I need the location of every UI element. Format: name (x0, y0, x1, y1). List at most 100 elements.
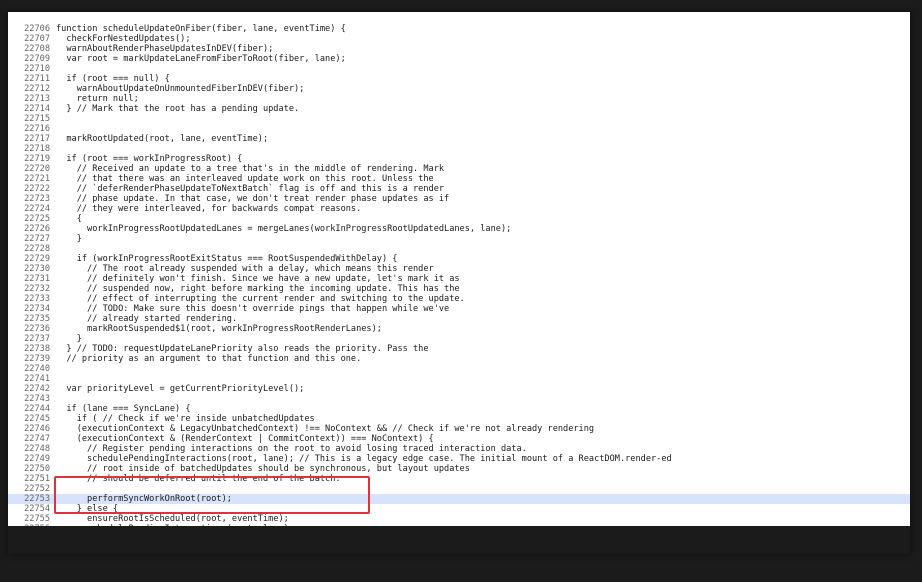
code-line[interactable]: 22717 markRootUpdated(root, lane, eventT… (8, 134, 910, 144)
code-text: markRootUpdated(root, lane, eventTime); (56, 134, 269, 144)
line-number: 22742 (24, 384, 50, 394)
code-line[interactable]: 22747 (executionContext & (RenderContext… (8, 434, 910, 444)
code-line[interactable]: 22710 (8, 64, 910, 74)
code-line[interactable]: 22735 // already started rendering. (8, 314, 910, 324)
code-text: warnAboutUpdateOnUnmountedFiberInDEV(fib… (56, 84, 305, 94)
code-line[interactable]: 22737 } (8, 334, 910, 344)
code-line[interactable]: 22713 return null; (8, 94, 910, 104)
code-text: } // Mark that the root has a pending up… (56, 104, 300, 114)
code-line[interactable]: 22740 (8, 364, 910, 374)
code-text: // Received an update to a tree that's i… (56, 164, 445, 174)
line-number: 22749 (24, 454, 50, 464)
highlight-annotation-box (54, 476, 370, 514)
line-number: 22730 (24, 264, 50, 274)
code-text: } (56, 234, 82, 244)
code-line[interactable]: 22744 if (lane === SyncLane) { (8, 404, 910, 414)
code-viewer-panel[interactable]: 22706 function scheduleUpdateOnFiber(fibe… (8, 12, 910, 554)
line-number: 22723 (24, 194, 50, 204)
line-number: 22710 (24, 64, 50, 74)
code-line[interactable]: 22716 (8, 124, 910, 134)
code-line[interactable]: 22708 warnAboutRenderPhaseUpdatesInDEV(f… (8, 44, 910, 54)
code-line[interactable]: 22743 (8, 394, 910, 404)
code-line[interactable]: 22730 // The root already suspended with… (8, 264, 910, 274)
code-line[interactable]: 22729 if (workInProgressRootExitStatus =… (8, 254, 910, 264)
line-number: 22713 (24, 94, 50, 104)
code-text: function scheduleUpdateOnFiber(fiber, la… (56, 24, 346, 34)
line-number: 22721 (24, 174, 50, 184)
code-line[interactable]: 22711 if (root === null) { (8, 74, 910, 84)
code-line[interactable]: 22746 (executionContext & LegacyUnbatche… (8, 424, 910, 434)
code-line[interactable] (8, 14, 910, 24)
line-number: 22739 (24, 354, 50, 364)
code-line[interactable]: 22725 { (8, 214, 910, 224)
code-line[interactable]: 22718 (8, 144, 910, 154)
code-line[interactable]: 22732 // suspended now, right before mar… (8, 284, 910, 294)
code-line[interactable]: 22731 // definitely won't finish. Since … (8, 274, 910, 284)
code-text: // phase update. In that case, we don't … (56, 194, 450, 204)
code-text: // suspended now, right before marking t… (56, 284, 460, 294)
code-line[interactable]: 22721 // that there was an interleaved u… (8, 174, 910, 184)
code-text: workInProgressRootUpdatedLanes = mergeLa… (56, 224, 512, 234)
code-text: // effect of interrupting the current re… (56, 294, 465, 304)
code-line[interactable]: 22742 var priorityLevel = getCurrentPrio… (8, 384, 910, 394)
line-number: 22729 (24, 254, 50, 264)
code-line[interactable]: 22733 // effect of interrupting the curr… (8, 294, 910, 304)
line-number: 22748 (24, 444, 50, 454)
code-line[interactable]: 22755 ensureRootIsScheduled(root, eventT… (8, 514, 910, 524)
code-line[interactable]: 22727 } (8, 234, 910, 244)
code-line[interactable]: 22720 // Received an update to a tree th… (8, 164, 910, 174)
line-number: 22714 (24, 104, 50, 114)
line-number: 22725 (24, 214, 50, 224)
line-number: 22733 (24, 294, 50, 304)
code-text: checkForNestedUpdates(); (56, 34, 191, 44)
bottom-frame (8, 526, 910, 554)
line-number: 22718 (24, 144, 50, 154)
line-number: 22727 (24, 234, 50, 244)
code-line[interactable]: 22724 // they were interleaved, for back… (8, 204, 910, 214)
code-line[interactable]: 22736 markRootSuspended$1(root, workInPr… (8, 324, 910, 334)
code-line[interactable]: 22707 checkForNestedUpdates(); (8, 34, 910, 44)
code-line[interactable]: 22723 // phase update. In that case, we … (8, 194, 910, 204)
line-number: 22741 (24, 374, 50, 384)
code-line[interactable]: 22714 } // Mark that the root has a pend… (8, 104, 910, 114)
code-text: { (56, 214, 82, 224)
line-number: 22737 (24, 334, 50, 344)
code-line[interactable]: 22728 (8, 244, 910, 254)
code-text: // already started rendering. (56, 314, 238, 324)
code-text: markRootSuspended$1(root, workInProgress… (56, 324, 382, 334)
code-text: // they were interleaved, for backwards … (56, 204, 362, 214)
code-text: // priority as an argument to that funct… (56, 354, 362, 364)
line-number: 22752 (24, 484, 50, 494)
line-number: 22707 (24, 34, 50, 44)
code-line[interactable]: 22739 // priority as an argument to that… (8, 354, 910, 364)
code-line[interactable]: 22738 } // TODO: requestUpdateLanePriori… (8, 344, 910, 354)
code-text: // The root already suspended with a del… (56, 264, 434, 274)
code-text: if (workInProgressRootExitStatus === Roo… (56, 254, 398, 264)
line-number: 22716 (24, 124, 50, 134)
code-line[interactable]: 22722 // `deferRenderPhaseUpdateToNextBa… (8, 184, 910, 194)
code-text: ensureRootIsScheduled(root, eventTime); (56, 514, 289, 524)
code-text: return null; (56, 94, 139, 104)
code-text: if ( // Check if we're inside unbatchedU… (56, 414, 315, 424)
line-number: 22726 (24, 224, 50, 234)
line-number: 22740 (24, 364, 50, 374)
code-line[interactable]: 22734 // TODO: Make sure this doesn't ov… (8, 304, 910, 314)
code-line[interactable]: 22719 if (root === workInProgressRoot) { (8, 154, 910, 164)
line-number: 22745 (24, 414, 50, 424)
line-number: 22709 (24, 54, 50, 64)
code-line[interactable]: 22745 if ( // Check if we're inside unba… (8, 414, 910, 424)
code-line[interactable]: 22749 schedulePendingInteractions(root, … (8, 454, 910, 464)
code-line[interactable]: 22709 var root = markUpdateLaneFromFiber… (8, 54, 910, 64)
line-number: 22711 (24, 74, 50, 84)
code-line[interactable]: 22706 function scheduleUpdateOnFiber(fibe… (8, 24, 910, 34)
code-text: (executionContext & LegacyUnbatchedConte… (56, 424, 595, 434)
code-line[interactable]: 22712 warnAboutUpdateOnUnmountedFiberInD… (8, 84, 910, 94)
code-line[interactable]: 22748 // Register pending interactions o… (8, 444, 910, 454)
code-line[interactable]: 22726 workInProgressRootUpdatedLanes = m… (8, 224, 910, 234)
code-line[interactable]: 22715 (8, 114, 910, 124)
line-number: 22746 (24, 424, 50, 434)
code-text: // definitely won't finish. Since we hav… (56, 274, 460, 284)
code-line[interactable]: 22741 (8, 374, 910, 384)
code-text: // TODO: Make sure this doesn't override… (56, 304, 450, 314)
code-line[interactable]: 22750 // root inside of batchedUpdates s… (8, 464, 910, 474)
